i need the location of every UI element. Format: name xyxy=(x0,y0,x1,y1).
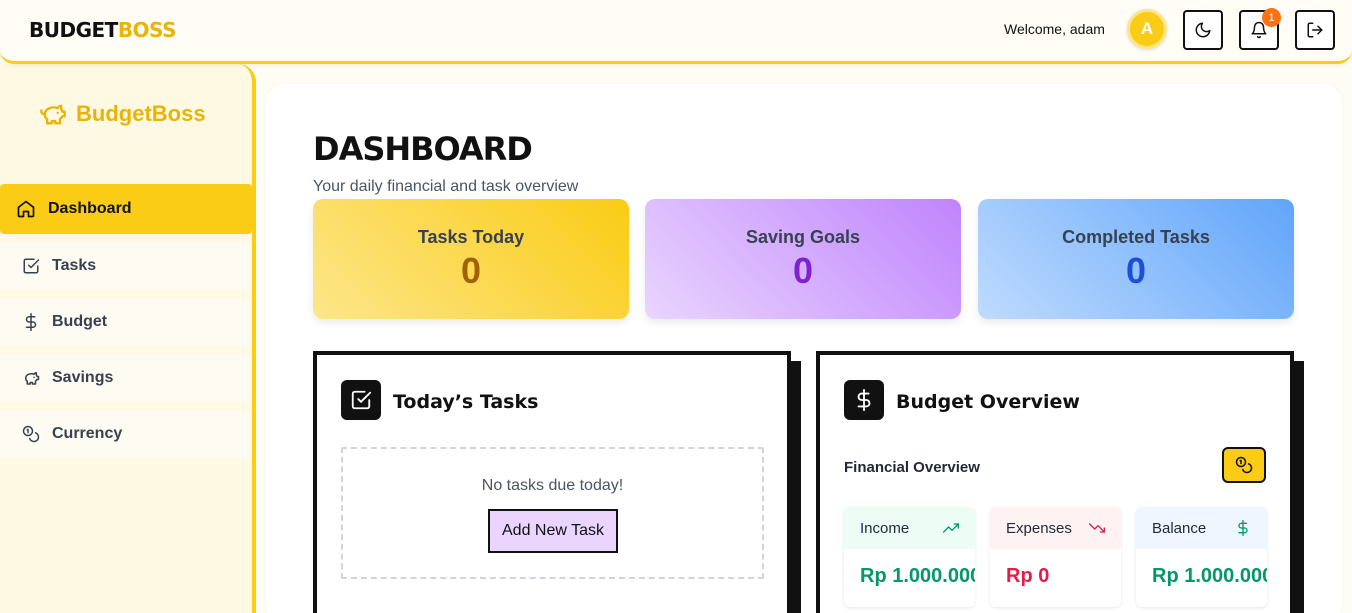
checkbox-icon xyxy=(351,390,372,410)
avatar[interactable]: A xyxy=(1127,9,1167,49)
sidebar-item-label: Savings xyxy=(52,369,114,386)
expenses-summary: Expenses Rp 0 xyxy=(990,507,1121,607)
stat-value: 0 xyxy=(1125,250,1147,291)
dollar-icon xyxy=(857,389,871,411)
piggy-bank-icon xyxy=(40,104,66,125)
brand-logo[interactable]: BUDGETBOSS xyxy=(29,18,176,42)
expenses-value: Rp 0 xyxy=(1006,565,1050,587)
stat-label: Saving Goals xyxy=(745,227,861,247)
empty-tasks-text: No tasks due today! xyxy=(481,477,624,494)
page-subtitle: Your daily financial and task overview xyxy=(313,178,579,195)
balance-label: Balance xyxy=(1152,519,1207,537)
stat-value: 0 xyxy=(792,250,814,291)
budget-overview-card: Budget Overview Financial Overview Incom… xyxy=(816,351,1294,613)
coins-icon xyxy=(1235,456,1253,474)
card-icon-box xyxy=(844,380,884,420)
expenses-label: Expenses xyxy=(1006,519,1072,537)
sidebar-logo[interactable]: BudgetBoss xyxy=(38,100,206,128)
coins-icon xyxy=(22,425,40,443)
stat-tasks-today: Tasks Today 0 xyxy=(313,199,629,319)
dollar-icon xyxy=(25,313,37,331)
sidebar-item-currency[interactable]: Currency xyxy=(0,410,250,458)
card-title: Today’s Tasks xyxy=(393,391,539,413)
trending-down-icon xyxy=(1089,523,1105,533)
financial-overview-label: Financial Overview xyxy=(844,459,980,476)
brand-part-boss: BOSS xyxy=(117,18,177,42)
notification-badge: 1 xyxy=(1262,8,1281,27)
page-title: DASHBOARD xyxy=(313,130,533,168)
stat-label: Completed Tasks xyxy=(1062,227,1210,247)
sidebar-item-label: Budget xyxy=(52,313,108,330)
sidebar-logo-text: BudgetBoss xyxy=(76,101,206,126)
sidebar-item-label: Currency xyxy=(52,425,123,442)
sidebar-item-savings[interactable]: Savings xyxy=(0,354,250,402)
sidebar-item-label: Dashboard xyxy=(48,200,132,217)
logout-button[interactable] xyxy=(1295,10,1335,50)
empty-tasks-box: No tasks due today! Add New Task xyxy=(341,447,764,579)
stat-completed-tasks: Completed Tasks 0 xyxy=(978,199,1294,319)
sidebar: BudgetBoss Dashboard Tasks Budget Saving… xyxy=(0,64,256,613)
home-icon xyxy=(17,200,35,218)
moon-icon xyxy=(1195,22,1211,38)
currency-convert-button[interactable] xyxy=(1222,447,1266,483)
stat-label: Tasks Today xyxy=(417,227,525,247)
stat-saving-goals: Saving Goals 0 xyxy=(645,199,961,319)
top-header: BUDGETBOSS Welcome, adam A 1 xyxy=(0,0,1352,64)
sidebar-item-budget[interactable]: Budget xyxy=(0,298,250,346)
income-summary: Income Rp 1.000.000 xyxy=(844,507,975,607)
balance-value: Rp 1.000.000 xyxy=(1152,565,1267,587)
card-icon-box xyxy=(341,380,381,420)
stat-value: 0 xyxy=(460,250,482,291)
income-label: Income xyxy=(860,519,910,537)
trending-up-icon xyxy=(943,523,959,533)
income-value: Rp 1.000.000 xyxy=(860,565,975,587)
checkbox-icon xyxy=(23,258,40,274)
welcome-text: Welcome, adam xyxy=(1004,21,1105,37)
piggy-bank-icon xyxy=(25,372,40,385)
balance-summary: Balance Rp 1.000.000 xyxy=(1136,507,1267,607)
brand-part-budget: BUDGET xyxy=(29,18,118,42)
sidebar-item-label: Tasks xyxy=(52,257,97,274)
sidebar-item-dashboard[interactable]: Dashboard xyxy=(0,184,252,234)
logout-icon xyxy=(1307,22,1323,38)
add-new-task-button[interactable]: Add New Task xyxy=(488,509,618,553)
dollar-icon xyxy=(1238,520,1248,536)
todays-tasks-card: Today’s Tasks No tasks due today! Add Ne… xyxy=(313,351,791,613)
card-title: Budget Overview xyxy=(896,391,1080,413)
theme-toggle-button[interactable] xyxy=(1183,10,1223,50)
sidebar-item-tasks[interactable]: Tasks xyxy=(0,242,250,290)
